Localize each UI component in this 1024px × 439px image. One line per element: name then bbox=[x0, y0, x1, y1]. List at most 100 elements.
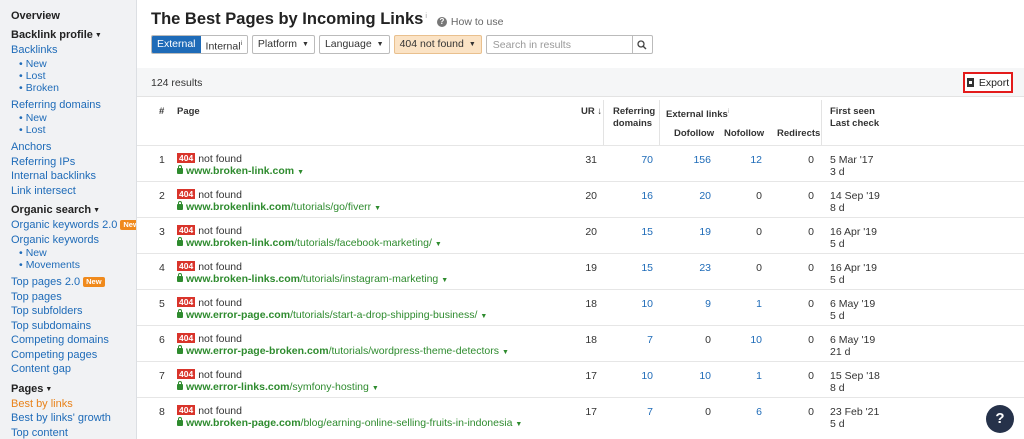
sidebar-item-internal-backlinks[interactable]: Internal backlinks bbox=[11, 169, 136, 184]
http-status-dropdown[interactable]: 404 not found ▼ bbox=[393, 35, 482, 54]
nofollow-value[interactable]: 0 bbox=[722, 226, 762, 238]
sidebar-item-competing-pages[interactable]: Competing pages bbox=[11, 348, 136, 363]
nofollow-value[interactable]: 12 bbox=[722, 154, 762, 166]
platform-label: Platform bbox=[257, 38, 297, 50]
caret-down-icon[interactable]: ▼ bbox=[297, 169, 304, 176]
last-check-label: Last check bbox=[830, 118, 880, 129]
sidebar-item-referring-domains[interactable]: Referring domains bbox=[11, 98, 136, 113]
page-url[interactable]: www.brokenlink.com/tutorials/go/fiverr ▼ bbox=[177, 201, 381, 215]
info-icon[interactable]: i bbox=[425, 13, 427, 20]
status-text: not found bbox=[198, 189, 242, 201]
caret-down-icon[interactable]: ▼ bbox=[372, 385, 379, 392]
status-text: not found bbox=[198, 225, 242, 237]
redirects-value: 0 bbox=[808, 298, 814, 310]
how-to-use-link[interactable]: ? How to use bbox=[436, 16, 503, 28]
sidebar-item-link-intersect[interactable]: Link intersect bbox=[11, 184, 136, 199]
page-url[interactable]: www.broken-page.com/blog/earning-online-… bbox=[177, 417, 522, 431]
sidebar-item-content-gap[interactable]: Content gap bbox=[11, 362, 136, 377]
col-header-dofollow[interactable]: Dofollow bbox=[674, 128, 714, 140]
dofollow-value[interactable]: 0 bbox=[671, 406, 711, 418]
sidebar-section-organic-search[interactable]: Organic search ▼ bbox=[11, 203, 136, 218]
first-seen-value: 6 May '19 bbox=[830, 298, 876, 310]
sidebar-item-top-subdomains[interactable]: Top subdomains bbox=[11, 319, 136, 334]
platform-dropdown[interactable]: Platform ▼ bbox=[251, 35, 315, 54]
lock-icon bbox=[177, 381, 183, 390]
sidebar-subitem-refdomains-new[interactable]: • New bbox=[11, 112, 136, 124]
dofollow-value[interactable]: 0 bbox=[671, 334, 711, 346]
referring-domains-value[interactable]: 7 bbox=[613, 334, 653, 346]
col-header-first-seen[interactable]: First seen Last check bbox=[830, 106, 879, 130]
sidebar-item-top-pages[interactable]: Top pages bbox=[11, 290, 136, 305]
sidebar-subitem-backlinks-lost[interactable]: • Lost bbox=[11, 70, 136, 82]
sidebar-item-referring-ips[interactable]: Referring IPs bbox=[11, 155, 136, 170]
sidebar-subitem-backlinks-new[interactable]: • New bbox=[11, 58, 136, 70]
status-text: not found bbox=[198, 261, 242, 273]
status-badge: 404 bbox=[177, 225, 196, 235]
language-dropdown[interactable]: Language ▼ bbox=[318, 35, 390, 54]
referring-domains-value[interactable]: 10 bbox=[613, 370, 653, 382]
lock-icon bbox=[177, 273, 183, 282]
export-button[interactable]: Export bbox=[963, 72, 1013, 93]
caret-down-icon[interactable]: ▼ bbox=[374, 205, 381, 212]
sidebar-subitem-backlinks-broken[interactable]: • Broken bbox=[11, 82, 136, 94]
sidebar-item-top-pages-2[interactable]: Top pages 2.0 New bbox=[11, 275, 136, 290]
sidebar-subitem-keywords-new[interactable]: • New bbox=[11, 247, 136, 259]
referring-domains-value[interactable]: 15 bbox=[613, 262, 653, 274]
search-input[interactable] bbox=[486, 36, 632, 53]
sidebar-item-best-by-links[interactable]: Best by links bbox=[11, 397, 136, 412]
sidebar-item-backlinks[interactable]: Backlinks bbox=[11, 43, 136, 58]
sidebar-item-top-content[interactable]: Top content bbox=[11, 426, 136, 439]
sidebar-item-competing-domains[interactable]: Competing domains bbox=[11, 333, 136, 348]
col-header-redirects[interactable]: Redirects bbox=[777, 128, 820, 140]
info-icon: i bbox=[240, 41, 242, 47]
nofollow-value[interactable]: 1 bbox=[722, 298, 762, 310]
col-header-referring-domains[interactable]: Referring domains bbox=[613, 106, 655, 130]
sidebar-section-backlink-profile[interactable]: Backlink profile ▼ bbox=[11, 28, 136, 43]
dofollow-value[interactable]: 20 bbox=[671, 190, 711, 202]
col-header-nofollow[interactable]: Nofollow bbox=[724, 128, 764, 140]
caret-down-icon[interactable]: ▼ bbox=[441, 277, 448, 284]
page-url[interactable]: www.error-links.com/symfony-hosting ▼ bbox=[177, 381, 379, 395]
page-url[interactable]: www.broken-link.com ▼ bbox=[177, 165, 304, 179]
caret-down-icon[interactable]: ▼ bbox=[515, 421, 522, 428]
dofollow-value[interactable]: 156 bbox=[671, 154, 711, 166]
referring-domains-value[interactable]: 70 bbox=[613, 154, 653, 166]
dofollow-value[interactable]: 9 bbox=[671, 298, 711, 310]
nofollow-value[interactable]: 6 bbox=[722, 406, 762, 418]
sidebar-subitem-keywords-movements[interactable]: • Movements bbox=[11, 259, 136, 271]
caret-down-icon[interactable]: ▼ bbox=[480, 313, 487, 320]
dofollow-value[interactable]: 10 bbox=[671, 370, 711, 382]
external-toggle[interactable]: External bbox=[152, 36, 201, 53]
page-url[interactable]: www.broken-links.com/tutorials/instagram… bbox=[177, 273, 448, 287]
sidebar-section-pages[interactable]: Pages ▼ bbox=[11, 382, 136, 397]
sidebar-item-best-by-links-growth[interactable]: Best by links' growth bbox=[11, 411, 136, 426]
sidebar-subitem-refdomains-lost[interactable]: • Lost bbox=[11, 124, 136, 136]
sidebar-item-organic-keywords[interactable]: Organic keywords bbox=[11, 233, 136, 248]
col-header-ur[interactable]: UR ↓ bbox=[581, 106, 602, 118]
sidebar-item-anchors[interactable]: Anchors bbox=[11, 140, 136, 155]
sidebar-item-top-subfolders[interactable]: Top subfolders bbox=[11, 304, 136, 319]
dofollow-value[interactable]: 19 bbox=[671, 226, 711, 238]
search-button[interactable] bbox=[631, 36, 652, 53]
page-url[interactable]: www.broken-link.com/tutorials/facebook-m… bbox=[177, 237, 442, 251]
caret-down-icon[interactable]: ▼ bbox=[435, 241, 442, 248]
status-badge: 404 bbox=[177, 405, 196, 415]
referring-domains-value[interactable]: 10 bbox=[613, 298, 653, 310]
help-button[interactable]: ? bbox=[986, 405, 1014, 433]
referring-domains-value[interactable]: 16 bbox=[613, 190, 653, 202]
nofollow-value[interactable]: 1 bbox=[722, 370, 762, 382]
nofollow-value[interactable]: 10 bbox=[722, 334, 762, 346]
nofollow-value[interactable]: 0 bbox=[722, 190, 762, 202]
status-text: not found bbox=[198, 297, 242, 309]
page-url[interactable]: www.error-page-broken.com/tutorials/word… bbox=[177, 345, 509, 359]
page-url[interactable]: www.error-page.com/tutorials/start-a-dro… bbox=[177, 309, 487, 323]
referring-domains-value[interactable]: 15 bbox=[613, 226, 653, 238]
redirects-value: 0 bbox=[808, 406, 814, 418]
referring-domains-value[interactable]: 7 bbox=[613, 406, 653, 418]
internal-toggle[interactable]: Internali bbox=[200, 36, 247, 53]
caret-down-icon[interactable]: ▼ bbox=[502, 349, 509, 356]
sidebar-item-overview[interactable]: Overview bbox=[11, 9, 136, 23]
dofollow-value[interactable]: 23 bbox=[671, 262, 711, 274]
sidebar-item-organic-keywords-2[interactable]: Organic keywords 2.0New bbox=[11, 218, 136, 233]
nofollow-value[interactable]: 0 bbox=[722, 262, 762, 274]
